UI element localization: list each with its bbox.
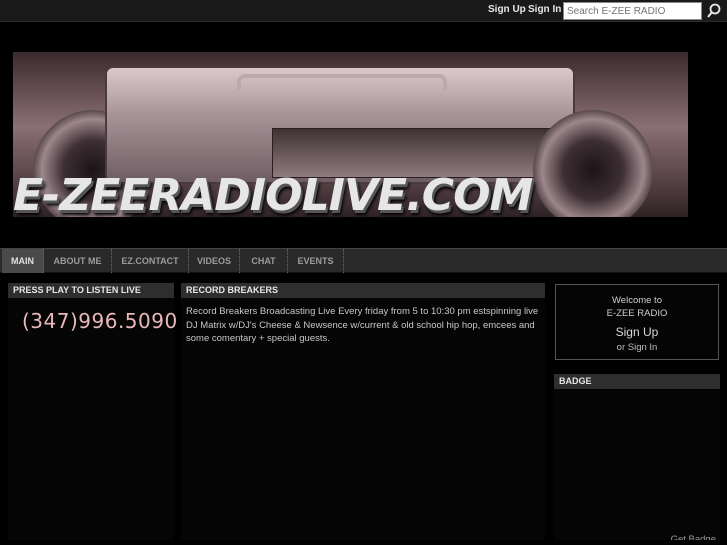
welcome-sign-in-link[interactable]: or Sign In xyxy=(556,342,718,353)
welcome-box: Welcome to E-ZEE RADIO Sign Up or Sign I… xyxy=(555,284,719,360)
record-breakers-heading: RECORD BREAKERS xyxy=(181,283,545,298)
tab-events[interactable]: EVENTS xyxy=(288,249,344,273)
boombox-graphic xyxy=(105,66,602,184)
speaker-graphic-right xyxy=(533,110,653,217)
main-nav: MAIN ABOUT ME EZ.CONTACT VIDEOS CHAT EVE… xyxy=(0,248,727,273)
phone-number: (347)996.5090 xyxy=(22,309,178,333)
footer-strip xyxy=(0,540,727,545)
record-breakers-panel: RECORD BREAKERS Record Breakers Broadcas… xyxy=(181,283,545,545)
tab-main[interactable]: MAIN xyxy=(2,249,44,273)
tab-ez-contact[interactable]: EZ.CONTACT xyxy=(112,249,189,273)
sign-in-link[interactable]: Sign In xyxy=(528,4,561,15)
site-name-text: E-ZEE RADIO xyxy=(606,308,668,319)
header-banner: E-ZEERADIOLIVE.COM xyxy=(13,52,688,217)
sign-up-link[interactable]: Sign Up xyxy=(488,4,526,15)
badge-heading: BADGE xyxy=(554,374,720,389)
tab-chat[interactable]: CHAT xyxy=(240,249,288,273)
top-bar: Sign Up Sign In xyxy=(0,0,727,22)
search-icon[interactable] xyxy=(705,2,723,20)
badge-panel: BADGE Get Badge xyxy=(554,374,720,545)
listen-live-heading: PRESS PLAY TO LISTEN LIVE xyxy=(8,283,174,298)
site-logo[interactable]: E-ZEERADIOLIVE.COM xyxy=(13,170,533,217)
tab-videos[interactable]: VIDEOS xyxy=(189,249,240,273)
search-input[interactable] xyxy=(563,2,702,20)
welcome-text: Welcome to xyxy=(612,295,662,306)
tab-about-me[interactable]: ABOUT ME xyxy=(44,249,112,273)
welcome-sign-up-link[interactable]: Sign Up xyxy=(556,325,718,339)
record-breakers-description: Record Breakers Broadcasting Live Every … xyxy=(186,306,539,344)
listen-live-panel: PRESS PLAY TO LISTEN LIVE (347)996.5090 xyxy=(8,283,177,545)
